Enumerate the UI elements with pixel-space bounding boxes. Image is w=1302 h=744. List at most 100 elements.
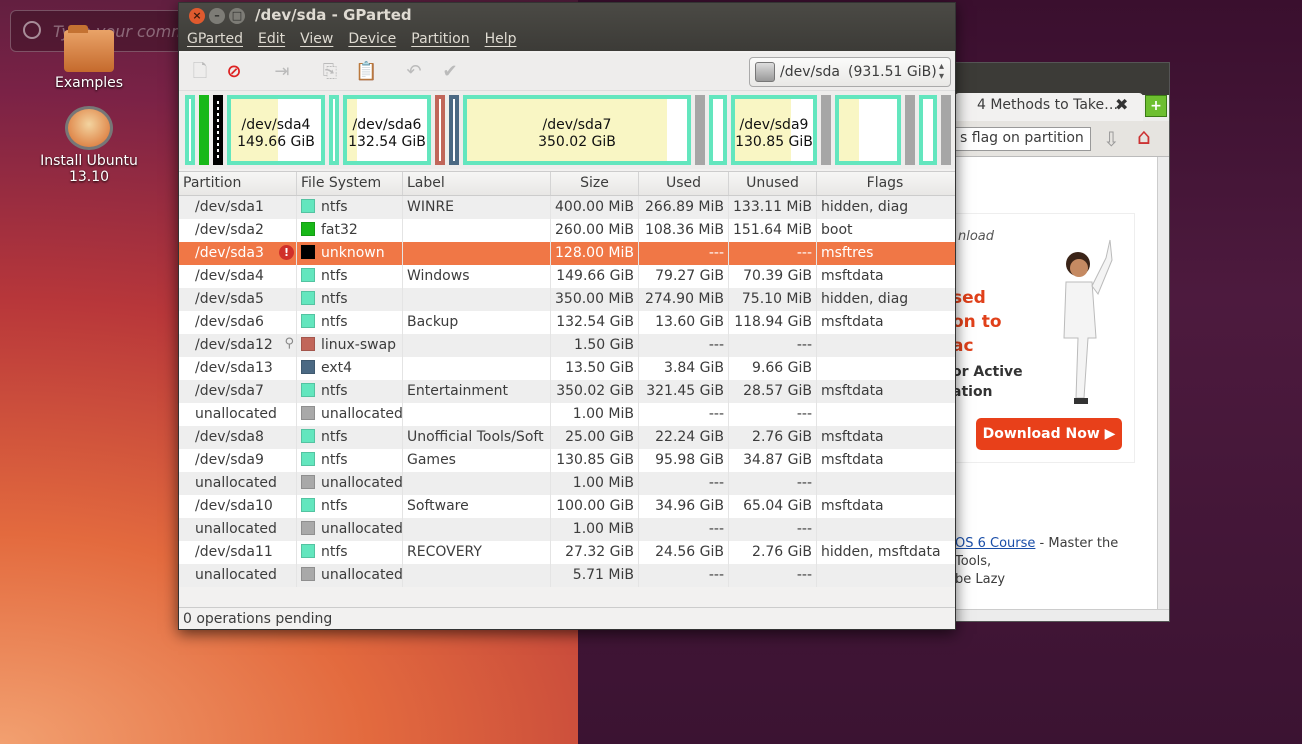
table-row[interactable]: /dev/sda8 ntfs Unofficial Tools/Soft 25.00 … bbox=[179, 426, 955, 449]
menu-partition[interactable]: Partition bbox=[411, 31, 469, 53]
column-header-used[interactable]: Used bbox=[639, 172, 729, 195]
map-segment-sda12[interactable] bbox=[435, 95, 445, 165]
map-segment-sda13[interactable] bbox=[449, 95, 459, 165]
map-segment-unallocated[interactable] bbox=[821, 95, 831, 165]
download-arrow-icon[interactable]: ⇩ bbox=[1103, 127, 1120, 151]
cell-flags bbox=[817, 564, 953, 587]
table-row[interactable]: /dev/sda5 ntfs 350.00 MiB 274.90 MiB 75.10 M… bbox=[179, 288, 955, 311]
delete-partition-icon[interactable]: ⊘ bbox=[223, 61, 245, 83]
browser-window[interactable]: 4 Methods to Take… ✖ + s flag on partiti… bbox=[950, 62, 1170, 622]
cell-text: msftdata bbox=[821, 314, 884, 330]
cell-text: --- bbox=[708, 521, 724, 537]
new-tab-button[interactable]: + bbox=[1145, 95, 1167, 117]
map-segment-sda10[interactable] bbox=[835, 95, 901, 165]
home-icon[interactable]: ⌂ bbox=[1137, 125, 1151, 150]
column-header-size[interactable]: Size bbox=[551, 172, 639, 195]
cell-flags: msftdata bbox=[817, 449, 953, 472]
cell-text: ntfs bbox=[321, 429, 348, 445]
ad-black-line: or Active bbox=[952, 364, 1023, 380]
course-link[interactable]: OS 6 Course bbox=[955, 536, 1035, 551]
table-row[interactable]: /dev/sda10 ntfs Software 100.00 GiB 34.96 Gi… bbox=[179, 495, 955, 518]
desktop-icon-label: Examples bbox=[54, 75, 124, 91]
table-row[interactable]: /dev/sda2 fat32 260.00 MiB 108.36 MiB 151.64… bbox=[179, 219, 955, 242]
new-partition-icon[interactable]: 🗋 bbox=[189, 61, 211, 83]
apply-icon[interactable]: ✔ bbox=[439, 61, 461, 83]
cell-text: ntfs bbox=[321, 383, 348, 399]
close-window-button[interactable]: × bbox=[189, 8, 205, 24]
cell-text: /dev/sda2 bbox=[195, 222, 264, 238]
table-row[interactable]: /dev/sda6 ntfs Backup 132.54 GiB 13.60 GiB 11… bbox=[179, 311, 955, 334]
menu-gparted[interactable]: GParted bbox=[187, 31, 243, 53]
table-row[interactable]: unallocated unallocated 1.00 MiB --- --- bbox=[179, 518, 955, 541]
table-row[interactable]: unallocated unallocated 1.00 MiB --- --- bbox=[179, 403, 955, 426]
map-segment-sda2[interactable] bbox=[199, 95, 209, 165]
course-link-line2: be Lazy bbox=[955, 572, 1006, 587]
undo-icon[interactable]: ↶ bbox=[403, 61, 425, 83]
table-row[interactable]: /dev/sda7 ntfs Entertainment 350.02 GiB 321.… bbox=[179, 380, 955, 403]
cell-text: hidden, diag bbox=[821, 199, 909, 215]
desktop-icon-examples[interactable]: Examples bbox=[24, 25, 154, 91]
map-segment-sda4[interactable]: /dev/sda4 149.66 GiB bbox=[227, 95, 325, 165]
browser-tab-title: 4 Methods to Take… bbox=[977, 97, 1119, 113]
horizontal-scrollbar[interactable] bbox=[951, 609, 1169, 621]
cell-fs: ntfs bbox=[297, 311, 403, 334]
cell-text: 400.00 MiB bbox=[555, 199, 635, 215]
table-row[interactable]: /dev/sda9 ntfs Games 130.85 GiB 95.98 GiB 34.… bbox=[179, 449, 955, 472]
minimize-window-button[interactable]: – bbox=[209, 8, 225, 24]
column-header-flags[interactable]: Flags bbox=[817, 172, 953, 195]
map-segment-sda11[interactable] bbox=[919, 95, 937, 165]
copy-icon[interactable]: ⎘ bbox=[319, 61, 341, 83]
map-segment-sda5[interactable] bbox=[329, 95, 339, 165]
cell-text: /dev/sda12 bbox=[195, 337, 273, 353]
map-segment-unallocated[interactable] bbox=[695, 95, 705, 165]
column-header-label[interactable]: Label bbox=[403, 172, 551, 195]
map-label-name: /dev/sda9 bbox=[739, 117, 809, 133]
close-tab-icon[interactable]: ✖ bbox=[1115, 95, 1128, 114]
vertical-scrollbar[interactable] bbox=[1157, 157, 1169, 609]
table-row[interactable]: /dev/sda13 ext4 13.50 GiB 3.84 GiB 9.66 GiB bbox=[179, 357, 955, 380]
menu-device[interactable]: Device bbox=[348, 31, 396, 53]
course-link-text[interactable]: OS 6 Course - Master the Tools, be Lazy bbox=[955, 535, 1155, 589]
maximize-window-button[interactable]: □ bbox=[229, 8, 245, 24]
cell-text: 34.96 GiB bbox=[655, 498, 724, 514]
advertisement[interactable]: nload sed on to ac or Active ation Downl… bbox=[951, 213, 1135, 463]
menu-view[interactable]: View bbox=[300, 31, 333, 53]
table-row[interactable]: /dev/sda12 ⚲ linux-swap 1.50 GiB --- --- bbox=[179, 334, 955, 357]
cell-label bbox=[403, 472, 551, 495]
map-segment-sda3[interactable] bbox=[213, 95, 223, 165]
map-segment-sda9[interactable]: /dev/sda9 130.85 GiB bbox=[731, 95, 817, 165]
browser-search-input[interactable]: s flag on partition bbox=[955, 127, 1091, 151]
map-segment-sda8[interactable] bbox=[709, 95, 727, 165]
table-row[interactable]: /dev/sda4 ntfs Windows 149.66 GiB 79.27 GiB 7… bbox=[179, 265, 955, 288]
paste-icon[interactable]: 📋 bbox=[355, 61, 377, 83]
resize-move-icon[interactable]: ⇥ bbox=[271, 61, 293, 83]
cell-label: Backup bbox=[403, 311, 551, 334]
column-header-unused[interactable]: Unused bbox=[729, 172, 817, 195]
map-segment-sda7[interactable]: /dev/sda7 350.02 GiB bbox=[463, 95, 691, 165]
cell-text: 260.00 MiB bbox=[555, 222, 635, 238]
browser-nav-row: s flag on partition ⇩ ⌂ bbox=[951, 121, 1169, 157]
partition-map: /dev/sda4 149.66 GiB /dev/sda6 132.54 GiB … bbox=[179, 91, 955, 169]
menu-edit[interactable]: Edit bbox=[258, 31, 285, 53]
device-selector[interactable]: /dev/sda (931.51 GiB) ▴ ▾ bbox=[749, 57, 951, 87]
table-row[interactable]: /dev/sda1 ntfs WINRE 400.00 MiB 266.89 MiB 13… bbox=[179, 196, 955, 219]
cell-partition: /dev/sda9 bbox=[179, 449, 297, 472]
gparted-window[interactable]: × – □ /dev/sda - GParted GParted Edit Vi… bbox=[178, 2, 956, 630]
column-header-filesystem[interactable]: File System bbox=[297, 172, 403, 195]
map-segment-unallocated[interactable] bbox=[941, 95, 951, 165]
cell-text: 132.54 GiB bbox=[556, 314, 634, 330]
map-segment-sda1[interactable] bbox=[185, 95, 195, 165]
table-row[interactable]: unallocated unallocated 5.71 MiB --- --- bbox=[179, 564, 955, 587]
cell-size: 1.00 MiB bbox=[551, 403, 639, 426]
map-segment-unallocated[interactable] bbox=[905, 95, 915, 165]
table-row[interactable]: /dev/sda11 ntfs RECOVERY 27.32 GiB 24.56 GiB… bbox=[179, 541, 955, 564]
desktop-icon-install-ubuntu[interactable]: Install Ubuntu 13.10 bbox=[24, 106, 154, 185]
map-segment-sda6[interactable]: /dev/sda6 132.54 GiB bbox=[343, 95, 431, 165]
ad-download-button[interactable]: Download Now ▶ bbox=[976, 418, 1122, 450]
table-row[interactable]: unallocated unallocated 1.00 MiB --- --- bbox=[179, 472, 955, 495]
table-row[interactable]: /dev/sda3! unknown 128.00 MiB --- --- msftres bbox=[179, 242, 955, 265]
cell-flags: hidden, msftdata bbox=[817, 541, 953, 564]
menu-help[interactable]: Help bbox=[485, 31, 517, 53]
filesystem-color-swatch bbox=[301, 337, 315, 351]
column-header-partition[interactable]: Partition bbox=[179, 172, 297, 195]
